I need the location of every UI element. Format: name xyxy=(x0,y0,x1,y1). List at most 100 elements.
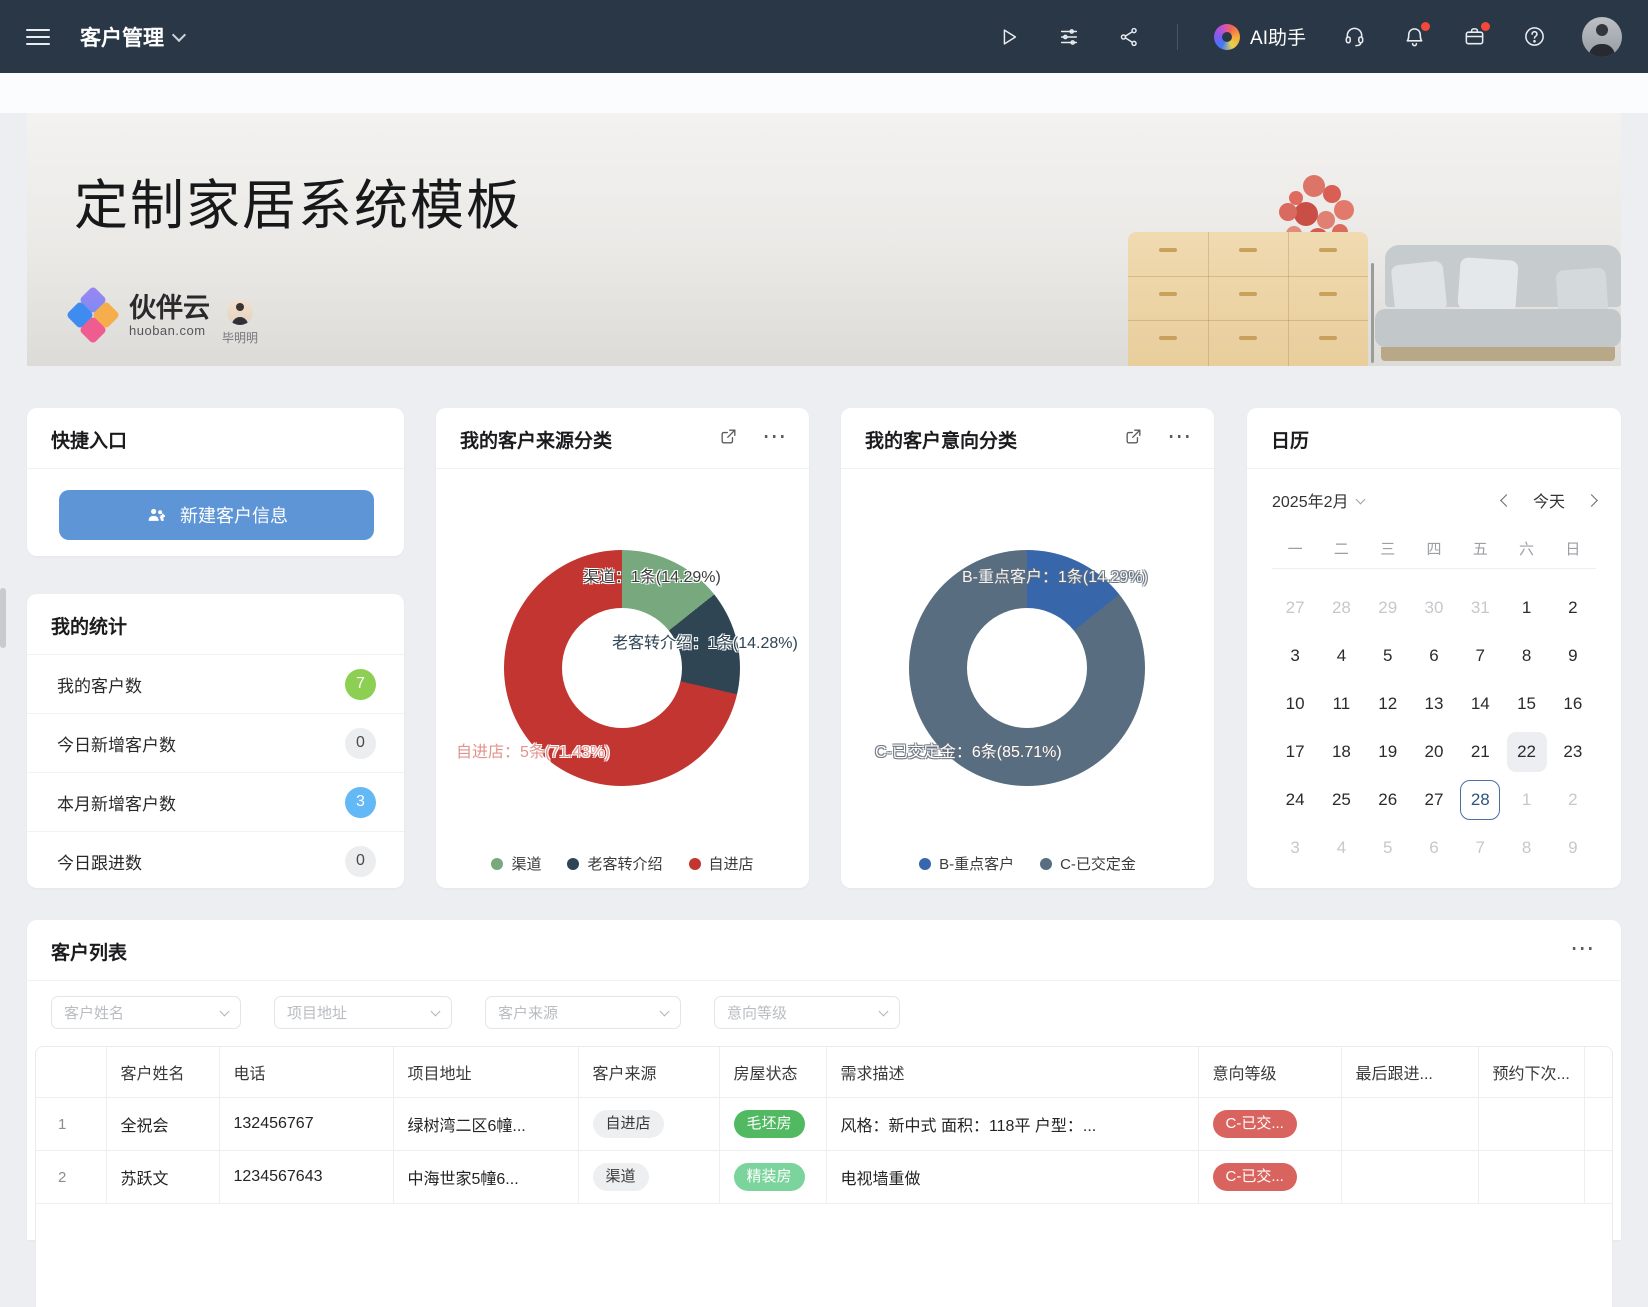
calendar-day[interactable]: 7 xyxy=(1457,824,1503,872)
calendar-day[interactable]: 20 xyxy=(1411,728,1457,776)
my-stats-card: 我的统计 我的客户数7今日新增客户数0本月新增客户数3今日跟进数0 xyxy=(27,594,404,888)
calendar-day[interactable]: 31 xyxy=(1457,584,1503,632)
calendar-day[interactable]: 12 xyxy=(1365,680,1411,728)
legend-item[interactable]: 老客转介绍 xyxy=(567,853,662,874)
calendar-day[interactable]: 13 xyxy=(1411,680,1457,728)
calendar-day[interactable]: 25 xyxy=(1318,776,1364,824)
filter-select[interactable]: 客户姓名 xyxy=(51,996,241,1029)
calendar-day[interactable]: 17 xyxy=(1272,728,1318,776)
add-users-icon xyxy=(145,504,168,527)
more-options-icon[interactable]: ⋯ xyxy=(762,432,787,442)
calendar-day[interactable]: 11 xyxy=(1318,680,1364,728)
settings-sliders-icon[interactable] xyxy=(1057,25,1081,49)
calendar-day[interactable]: 14 xyxy=(1457,680,1503,728)
calendar-day[interactable]: 1 xyxy=(1503,776,1549,824)
support-headset-icon[interactable] xyxy=(1342,25,1366,49)
stat-label: 本月新增客户数 xyxy=(57,790,176,815)
calendar-day[interactable]: 26 xyxy=(1365,776,1411,824)
calendar-day[interactable]: 6 xyxy=(1411,632,1457,680)
stat-label: 今日新增客户数 xyxy=(57,731,176,756)
calendar-day[interactable]: 4 xyxy=(1318,824,1364,872)
month-selector[interactable]: 2025年2月 xyxy=(1272,488,1364,512)
calendar-title: 日历 xyxy=(1247,408,1621,468)
calendar-day[interactable]: 9 xyxy=(1550,824,1596,872)
ai-assistant-button[interactable]: AI助手 xyxy=(1214,23,1306,50)
filter-select[interactable]: 项目地址 xyxy=(274,996,452,1029)
calendar-day[interactable]: 27 xyxy=(1272,584,1318,632)
new-customer-button[interactable]: 新建客户信息 xyxy=(59,490,374,540)
calendar-grid: 2728293031123456789101112131415161718192… xyxy=(1272,584,1596,872)
help-icon[interactable] xyxy=(1522,25,1546,49)
legend-item[interactable]: B-重点客户 xyxy=(919,853,1014,874)
quick-entry-card: 快捷入口 新建客户信息 xyxy=(27,408,404,556)
calendar-day[interactable]: 22 xyxy=(1503,728,1549,776)
share-icon[interactable] xyxy=(1117,25,1141,49)
calendar-day[interactable]: 23 xyxy=(1550,728,1596,776)
next-month-button[interactable] xyxy=(1585,494,1598,507)
calendar-day[interactable]: 21 xyxy=(1457,728,1503,776)
chevron-down-icon xyxy=(879,1007,889,1017)
chart-slice-label: 自进店：5条(71.43%) xyxy=(456,738,610,762)
more-options-icon[interactable]: ⋯ xyxy=(1570,944,1595,954)
table-row[interactable]: 2苏跃文1234567643中海世家5幢6...渠道精装房电视墙重做C-已交..… xyxy=(36,1151,1612,1204)
calendar-day[interactable]: 1 xyxy=(1503,584,1549,632)
column-header xyxy=(1584,1047,1612,1098)
legend-item[interactable]: 渠道 xyxy=(491,853,541,874)
calendar-day[interactable]: 29 xyxy=(1365,584,1411,632)
user-avatar[interactable] xyxy=(1582,17,1622,57)
calendar-day[interactable]: 8 xyxy=(1503,632,1549,680)
chart-slice-label: 渠道：1条(14.29%) xyxy=(583,563,721,587)
calendar-day[interactable]: 24 xyxy=(1272,776,1318,824)
calendar-day[interactable]: 6 xyxy=(1411,824,1457,872)
calendar-day[interactable]: 10 xyxy=(1272,680,1318,728)
calendar-day[interactable]: 7 xyxy=(1457,632,1503,680)
today-button[interactable]: 今天 xyxy=(1533,488,1565,512)
legend-item[interactable]: 自进店 xyxy=(689,853,754,874)
open-external-icon[interactable] xyxy=(1124,427,1143,446)
more-options-icon[interactable]: ⋯ xyxy=(1167,432,1192,442)
calendar-day[interactable]: 16 xyxy=(1550,680,1596,728)
customer-intent-chart-card: 我的客户意向分类 ⋯ B-重点客户：1条(14.29%)C-已交定金：6条(85… xyxy=(841,408,1214,888)
calendar-day[interactable]: 5 xyxy=(1365,824,1411,872)
banner-dresser-handles-decor xyxy=(1128,232,1368,366)
calendar-card: 日历 2025年2月 今天 一二三四五六日 272829303112345678… xyxy=(1247,408,1621,888)
calendar-day[interactable]: 5 xyxy=(1365,632,1411,680)
calendar-day[interactable]: 28 xyxy=(1318,584,1364,632)
run-button[interactable] xyxy=(997,25,1021,49)
legend-item[interactable]: C-已交定金 xyxy=(1040,853,1136,874)
notification-badge xyxy=(1421,22,1430,31)
page-scrollbar-thumb[interactable] xyxy=(0,588,6,648)
weekday-label: 一 xyxy=(1272,538,1318,559)
banner-title: 定制家居系统模板 xyxy=(74,161,522,240)
table-row[interactable]: 1全祝会132456767绿树湾二区6幢...自进店毛坯房风格：新中式 面积：1… xyxy=(36,1098,1612,1151)
calendar-day[interactable]: 8 xyxy=(1503,824,1549,872)
calendar-day[interactable]: 18 xyxy=(1318,728,1364,776)
prev-month-button[interactable] xyxy=(1500,494,1513,507)
customer-table: 客户姓名电话项目地址客户来源房屋状态需求描述意向等级最后跟进...预约下次...… xyxy=(35,1046,1613,1307)
workbench-briefcase-icon[interactable] xyxy=(1462,25,1486,49)
filter-select[interactable]: 客户来源 xyxy=(485,996,681,1029)
column-header: 最后跟进... xyxy=(1341,1047,1478,1098)
calendar-day[interactable]: 15 xyxy=(1503,680,1549,728)
filter-select[interactable]: 意向等级 xyxy=(714,996,900,1029)
new-customer-button-label: 新建客户信息 xyxy=(180,502,288,528)
notifications-bell-icon[interactable] xyxy=(1402,25,1426,49)
brand-block: 伙伴云 huoban.com xyxy=(70,288,210,344)
legend-label: 渠道 xyxy=(511,853,541,874)
calendar-day[interactable]: 3 xyxy=(1272,632,1318,680)
calendar-day[interactable]: 30 xyxy=(1411,584,1457,632)
legend-label: 自进店 xyxy=(709,853,754,874)
app-switcher[interactable]: 客户管理 xyxy=(80,22,184,52)
calendar-day[interactable]: 27 xyxy=(1411,776,1457,824)
calendar-day[interactable]: 2 xyxy=(1550,776,1596,824)
calendar-day[interactable]: 9 xyxy=(1550,632,1596,680)
calendar-day[interactable]: 19 xyxy=(1365,728,1411,776)
calendar-day[interactable]: 28 xyxy=(1457,776,1503,824)
stat-label: 今日跟进数 xyxy=(57,849,142,874)
open-external-icon[interactable] xyxy=(719,427,738,446)
menu-icon[interactable] xyxy=(26,29,50,45)
calendar-day[interactable]: 2 xyxy=(1550,584,1596,632)
chevron-down-icon xyxy=(660,1007,670,1017)
calendar-day[interactable]: 3 xyxy=(1272,824,1318,872)
calendar-day[interactable]: 4 xyxy=(1318,632,1364,680)
